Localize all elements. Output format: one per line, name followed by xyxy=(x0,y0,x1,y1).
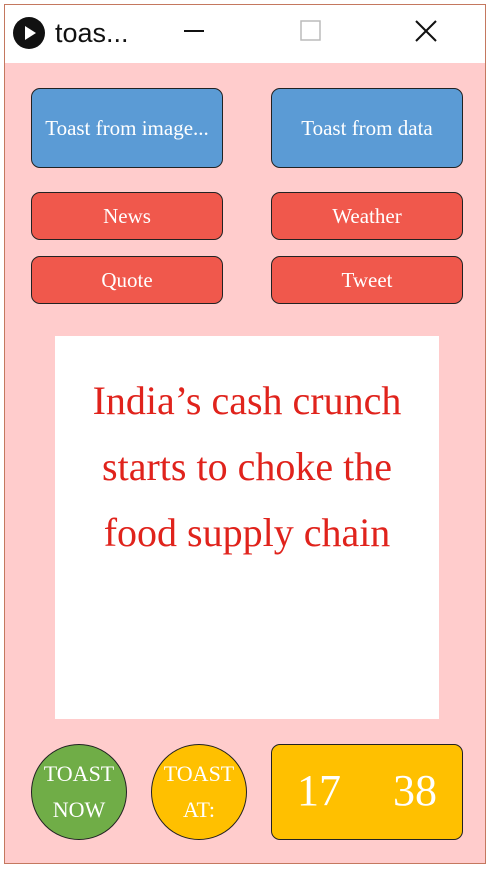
quote-label: Quote xyxy=(101,267,153,292)
toast-at-line-1: TOAST xyxy=(163,761,235,786)
minimize-button[interactable] xyxy=(171,13,217,53)
news-headline: India’s cash crunch starts to choke the … xyxy=(92,378,402,555)
close-button[interactable] xyxy=(403,13,449,53)
app-window: toas... Toast from image... Toast from d… xyxy=(4,4,486,864)
maximize-icon xyxy=(299,19,323,48)
toast-at-line-2: AT: xyxy=(183,797,215,822)
minimize-icon xyxy=(182,19,206,48)
weather-label: Weather xyxy=(332,203,402,228)
toast-now-button[interactable]: TOAST NOW xyxy=(31,744,127,840)
toast-from-data-label: Toast from data xyxy=(301,115,433,140)
window-title: toas... xyxy=(55,18,129,48)
tweet-button[interactable]: Tweet xyxy=(271,256,463,304)
maximize-button[interactable] xyxy=(288,13,334,53)
toast-now-line-2: NOW xyxy=(52,797,106,822)
toast-at-button[interactable]: TOAST AT: xyxy=(151,744,247,840)
news-button[interactable]: News xyxy=(31,192,223,240)
toast-from-image-label: Toast from image... xyxy=(45,115,209,140)
quote-button[interactable]: Quote xyxy=(31,256,223,304)
news-label: News xyxy=(103,203,151,228)
play-icon xyxy=(13,17,45,49)
tweet-label: Tweet xyxy=(341,267,393,292)
toast-from-data-button[interactable]: Toast from data xyxy=(271,88,463,168)
close-icon xyxy=(413,18,439,49)
hour-input[interactable] xyxy=(284,765,354,817)
title-bar[interactable]: toas... xyxy=(5,5,485,63)
toast-now-label: TOAST NOW xyxy=(44,756,115,828)
toast-at-label: TOAST AT: xyxy=(164,756,235,828)
weather-button[interactable]: Weather xyxy=(271,192,463,240)
toast-from-image-button[interactable]: Toast from image... xyxy=(31,88,223,168)
toast-preview-card: India’s cash crunch starts to choke the … xyxy=(55,336,439,719)
minute-input[interactable] xyxy=(380,765,450,817)
toast-now-line-1: TOAST xyxy=(43,761,115,786)
toast-time-picker xyxy=(271,744,463,840)
